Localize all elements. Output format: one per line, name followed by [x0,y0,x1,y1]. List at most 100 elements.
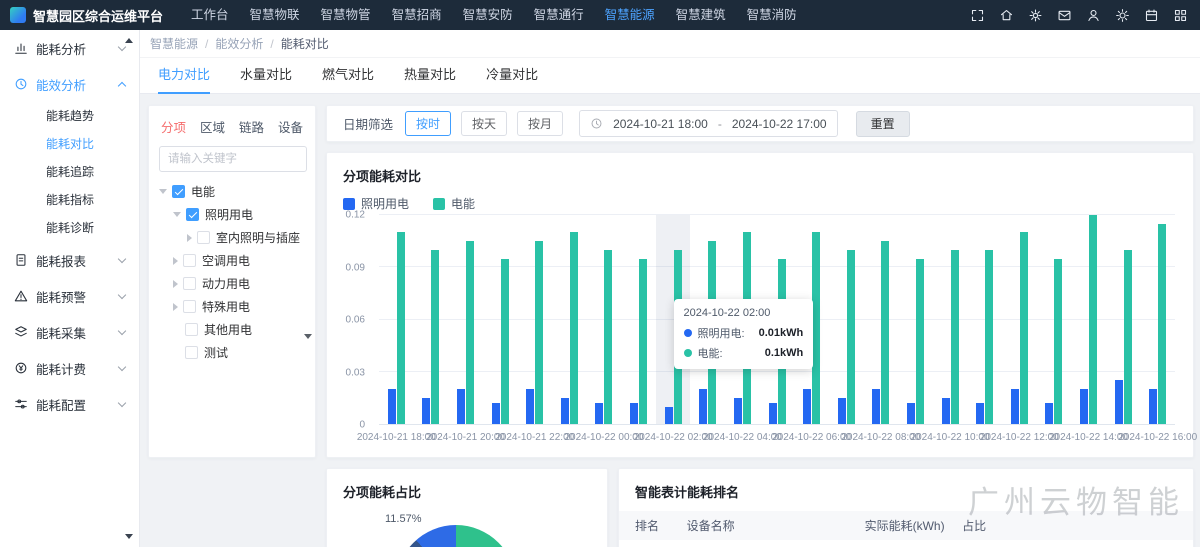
tree-search-input[interactable] [159,146,307,172]
bar[interactable] [422,398,430,424]
bar[interactable] [457,389,465,424]
bar[interactable] [872,389,880,424]
bar[interactable] [847,250,855,424]
bar[interactable] [665,407,673,424]
tree-tab-link[interactable]: 链路 [239,117,264,136]
bar[interactable] [985,250,993,424]
nav-item-workbench[interactable]: 工作台 [189,0,231,30]
sidebar-item-energy-billing[interactable]: 能耗计费 [0,350,139,386]
bar-group[interactable] [414,215,449,424]
bar[interactable] [526,389,534,424]
checkbox-checked[interactable] [186,208,199,221]
tree-node-lighting[interactable]: 照明用电 [149,203,315,226]
bar-group[interactable] [587,215,622,424]
brand[interactable]: 智慧园区综合运维平台 [10,6,163,25]
sidebar-subitem-energy-compare[interactable]: 能耗对比 [0,130,139,158]
bar-group[interactable] [933,215,968,424]
bar-group[interactable] [379,215,414,424]
bar[interactable] [431,250,439,424]
checkbox-unchecked[interactable] [185,346,198,359]
mode-month-button[interactable]: 按月 [517,111,563,136]
bar[interactable] [916,259,924,424]
sidebar-item-energy-report[interactable]: 能耗报表 [0,242,139,278]
grid-icon[interactable] [1172,7,1188,23]
breadcrumb-item[interactable]: 能效分析 [215,35,263,52]
bar[interactable] [397,232,405,424]
bar[interactable] [1149,389,1157,424]
mode-hour-button[interactable]: 按时 [405,111,451,136]
tab-water-compare[interactable]: 水量对比 [240,64,292,94]
legend-item-electric[interactable]: 电能 [433,195,475,212]
nav-item-smart-access[interactable]: 智慧通行 [532,0,586,30]
checkbox-unchecked[interactable] [197,231,210,244]
sidebar-subitem-energy-trend[interactable]: 能耗趋势 [0,102,139,130]
bar-group[interactable] [1002,215,1037,424]
sun-icon[interactable] [1114,7,1130,23]
bar[interactable] [604,250,612,424]
bar[interactable] [595,403,603,424]
bar[interactable] [951,250,959,424]
tab-gas-compare[interactable]: 燃气对比 [322,64,374,94]
bar-group[interactable] [967,215,1002,424]
sidebar-item-energy-collection[interactable]: 能耗采集 [0,314,139,350]
bar[interactable] [1124,250,1132,424]
sidebar-subitem-energy-diagnosis[interactable]: 能耗诊断 [0,214,139,242]
bar[interactable] [1045,403,1053,424]
nav-item-smart-property[interactable]: 智慧物管 [319,0,373,30]
bar[interactable] [639,259,647,424]
caret-right-icon[interactable] [187,234,192,242]
checkbox-unchecked[interactable] [183,277,196,290]
bar[interactable] [492,403,500,424]
sidebar-subitem-energy-trace[interactable]: 能耗追踪 [0,158,139,186]
bar[interactable] [907,403,915,424]
tree-tab-device[interactable]: 设备 [278,117,303,136]
gear-icon[interactable] [1027,7,1043,23]
user-icon[interactable] [1085,7,1101,23]
bar[interactable] [561,398,569,424]
bar-group[interactable] [864,215,899,424]
bar[interactable] [838,398,846,424]
nav-item-smart-fire[interactable]: 智慧消防 [745,0,799,30]
sidebar-item-efficiency-analysis[interactable]: 能效分析 [0,66,139,102]
bar[interactable] [1011,389,1019,424]
sidebar-item-energy-analysis[interactable]: 能耗分析 [0,30,139,66]
bar[interactable] [699,389,707,424]
bar[interactable] [976,403,984,424]
bar[interactable] [1158,224,1166,424]
tree-tab-category[interactable]: 分项 [161,117,186,136]
bar[interactable] [466,241,474,424]
caret-right-icon[interactable] [173,257,178,265]
bar[interactable] [1115,380,1123,424]
tree-node-other[interactable]: 其他用电 [149,318,315,341]
bar-group[interactable] [621,215,656,424]
bar[interactable] [388,389,396,424]
bar-group[interactable] [898,215,933,424]
bar-group[interactable] [1140,215,1175,424]
reset-button[interactable]: 重置 [856,111,910,137]
home-icon[interactable] [998,7,1014,23]
bar[interactable] [630,403,638,424]
nav-item-smart-leasing[interactable]: 智慧招商 [390,0,444,30]
bar-group[interactable] [1106,215,1141,424]
bar-group[interactable] [448,215,483,424]
calendar-icon[interactable] [1143,7,1159,23]
tree-tab-region[interactable]: 区域 [200,117,225,136]
bar[interactable] [1020,232,1028,424]
bar[interactable] [1054,259,1062,424]
bar[interactable] [812,232,820,424]
tree-node-hvac[interactable]: 空调用电 [149,249,315,272]
sidebar-scroll-up-icon[interactable] [125,38,133,43]
tree-scroll-down-icon[interactable] [304,334,312,339]
tree-node-indoor-lighting[interactable]: 室内照明与插座 [149,226,315,249]
checkbox-checked[interactable] [172,185,185,198]
checkbox-unchecked[interactable] [183,300,196,313]
nav-item-smart-security[interactable]: 智慧安防 [461,0,515,30]
bar[interactable] [803,389,811,424]
fullscreen-icon[interactable] [969,7,985,23]
checkbox-unchecked[interactable] [185,323,198,336]
caret-right-icon[interactable] [173,303,178,311]
bar[interactable] [570,232,578,424]
nav-item-smart-energy[interactable]: 智慧能源 [603,0,657,30]
bar[interactable] [501,259,509,424]
sidebar-item-energy-alert[interactable]: 能耗预警 [0,278,139,314]
